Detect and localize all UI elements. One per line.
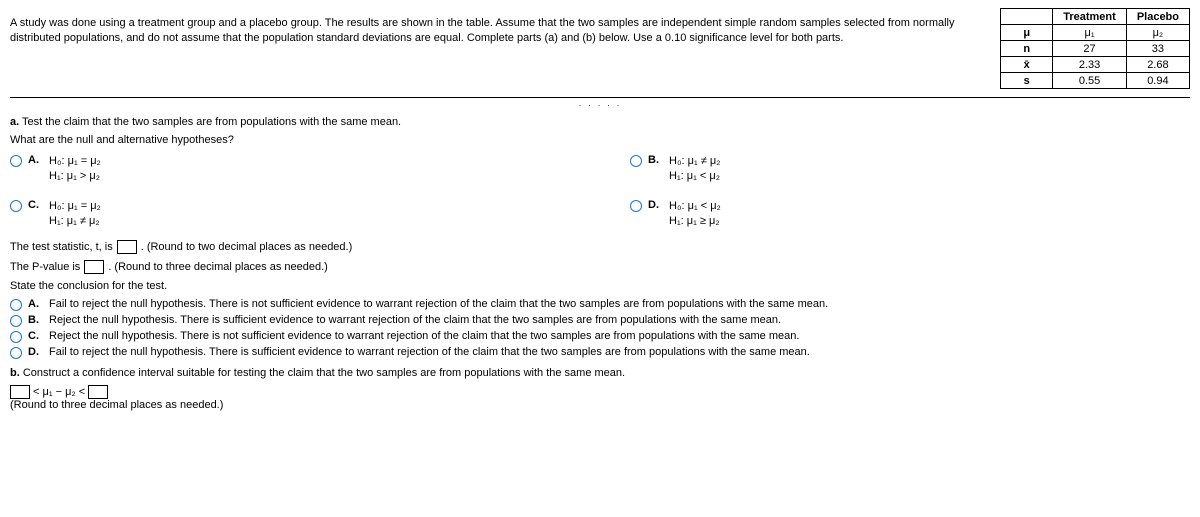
divider: [10, 97, 1190, 98]
cell-n-treatment: 27: [1053, 41, 1127, 57]
part-a-label: a.: [10, 116, 19, 128]
cell-xbar-treatment: 2.33: [1053, 57, 1127, 73]
col-header-treatment: Treatment: [1053, 9, 1127, 25]
conclusion-option-a[interactable]: A. Fail to reject the null hypothesis. T…: [10, 298, 1190, 311]
radio-icon[interactable]: [630, 155, 642, 167]
row-label-xbar: x̄: [1001, 57, 1053, 73]
ci-lower-input[interactable]: [10, 385, 30, 399]
radio-icon[interactable]: [630, 200, 642, 212]
radio-icon[interactable]: [10, 299, 22, 311]
part-b-label: b.: [10, 367, 20, 379]
test-statistic-input[interactable]: [117, 240, 137, 254]
row-label-n: n: [1001, 41, 1053, 57]
radio-icon[interactable]: [10, 315, 22, 327]
pvalue-label: The P-value is: [10, 261, 80, 273]
option-label: B.: [28, 314, 39, 326]
radio-icon[interactable]: [10, 347, 22, 359]
option-hypotheses: H₀: μ₁ = μ₂ H₁: μ₁ > μ₂: [49, 154, 101, 185]
hypothesis-option-d[interactable]: D. H₀: μ₁ < μ₂ H₁: μ₁ ≥ μ₂: [630, 199, 990, 230]
radio-icon[interactable]: [10, 155, 22, 167]
option-label: C.: [28, 330, 39, 342]
test-statistic-label: The test statistic, t, is: [10, 241, 113, 253]
hypothesis-option-c[interactable]: C. H₀: μ₁ = μ₂ H₁: μ₁ ≠ μ₂: [10, 199, 370, 230]
conclusion-option-d[interactable]: D. Fail to reject the null hypothesis. T…: [10, 346, 1190, 359]
cell-n-placebo: 33: [1126, 41, 1189, 57]
conclusion-text: Reject the null hypothesis. There is suf…: [49, 314, 781, 326]
conclusion-text: Fail to reject the null hypothesis. Ther…: [49, 346, 810, 358]
hypothesis-option-b[interactable]: B. H₀: μ₁ ≠ μ₂ H₁: μ₁ < μ₂: [630, 154, 990, 185]
ci-hint: (Round to three decimal places as needed…: [10, 399, 1190, 411]
option-label: D.: [648, 199, 659, 211]
conclusion-prompt: State the conclusion for the test.: [10, 280, 1190, 292]
cell-mu-treatment: μ₁: [1053, 25, 1127, 41]
hypothesis-question: What are the null and alternative hypoth…: [10, 134, 1190, 146]
hypothesis-option-a[interactable]: A. H₀: μ₁ = μ₂ H₁: μ₁ > μ₂: [10, 154, 370, 185]
option-label: C.: [28, 199, 39, 211]
cell-xbar-placebo: 2.68: [1126, 57, 1189, 73]
option-hypotheses: H₀: μ₁ = μ₂ H₁: μ₁ ≠ μ₂: [49, 199, 101, 230]
data-table: Treatment Placebo μ μ₁ μ₂ n 27 33 x̄ 2.3…: [1000, 8, 1190, 89]
ci-expression: < μ₁ − μ₂ <: [33, 386, 85, 398]
ci-upper-input[interactable]: [88, 385, 108, 399]
pvalue-input[interactable]: [84, 260, 104, 274]
option-hypotheses: H₀: μ₁ ≠ μ₂ H₁: μ₁ < μ₂: [669, 154, 720, 185]
table-corner: [1001, 9, 1053, 25]
pvalue-hint: . (Round to three decimal places as need…: [108, 261, 328, 273]
cell-mu-placebo: μ₂: [1126, 25, 1189, 41]
option-label: A.: [28, 154, 39, 166]
radio-icon[interactable]: [10, 200, 22, 212]
part-a-heading: a. Test the claim that the two samples a…: [10, 116, 1190, 128]
cell-s-treatment: 0.55: [1053, 73, 1127, 89]
part-b-text: Construct a confidence interval suitable…: [20, 367, 625, 379]
conclusion-text: Reject the null hypothesis. There is not…: [49, 330, 799, 342]
radio-icon[interactable]: [10, 331, 22, 343]
problem-prompt: A study was done using a treatment group…: [10, 8, 990, 89]
option-hypotheses: H₀: μ₁ < μ₂ H₁: μ₁ ≥ μ₂: [669, 199, 721, 230]
conclusion-text: Fail to reject the null hypothesis. Ther…: [49, 298, 828, 310]
conclusion-option-b[interactable]: B. Reject the null hypothesis. There is …: [10, 314, 1190, 327]
cell-s-placebo: 0.94: [1126, 73, 1189, 89]
row-label-mu: μ: [1001, 25, 1053, 41]
test-statistic-hint: . (Round to two decimal places as needed…: [141, 241, 353, 253]
option-label: B.: [648, 154, 659, 166]
row-label-s: s: [1001, 73, 1053, 89]
divider-dots: · · · · ·: [10, 100, 1190, 110]
part-b-heading: b. Construct a confidence interval suita…: [10, 367, 1190, 379]
col-header-placebo: Placebo: [1126, 9, 1189, 25]
option-label: D.: [28, 346, 39, 358]
conclusion-option-c[interactable]: C. Reject the null hypothesis. There is …: [10, 330, 1190, 343]
part-a-text: Test the claim that the two samples are …: [19, 116, 401, 128]
option-label: A.: [28, 298, 39, 310]
